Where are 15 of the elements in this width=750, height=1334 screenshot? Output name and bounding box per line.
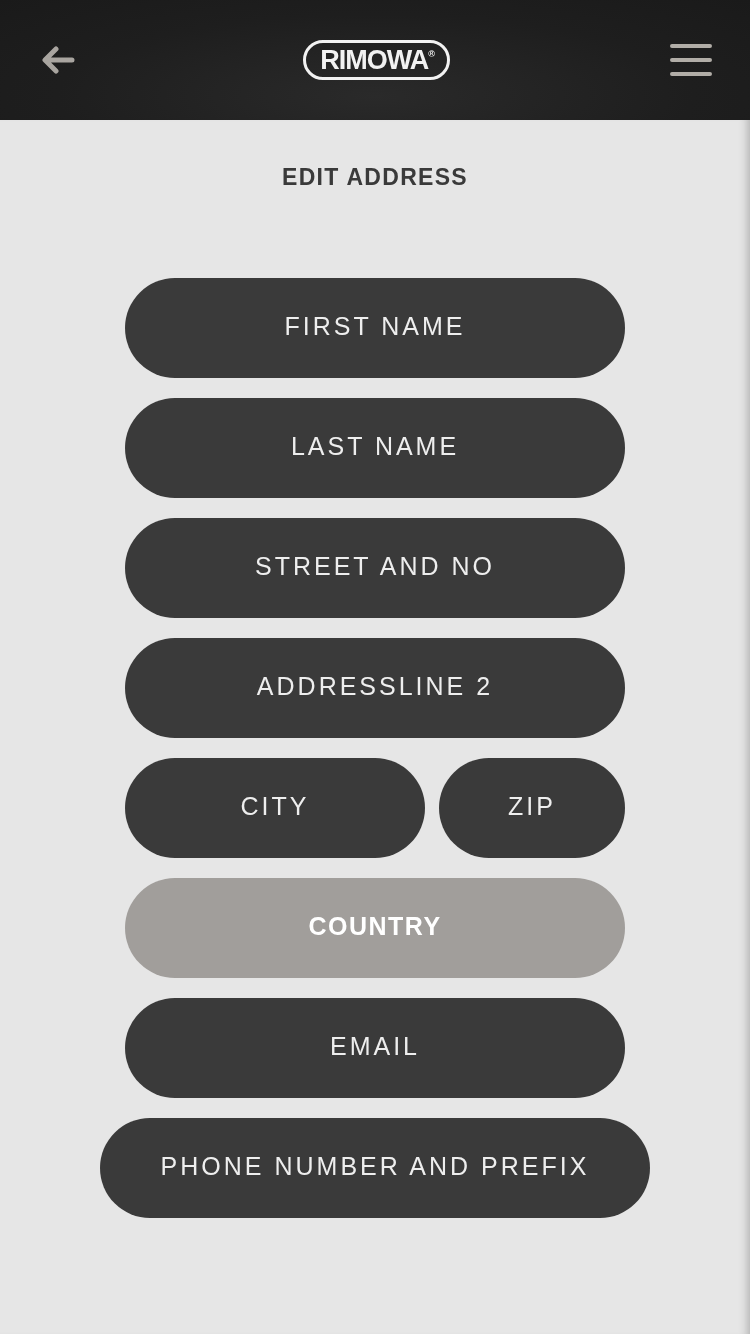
page-title: EDIT ADDRESS xyxy=(282,163,468,192)
dropdown-field[interactable]: COUNTRY xyxy=(125,878,625,978)
logo: RIMOWA$^{®}$ xyxy=(303,40,450,80)
input-field[interactable]: EMAIL xyxy=(125,998,625,1098)
input-field[interactable]: ZIP xyxy=(439,758,625,858)
phone-input-field[interactable]: PHONE NUMBER AND PREFIX xyxy=(100,1118,650,1218)
input-field[interactable]: LAST NAME xyxy=(125,398,625,498)
input-field[interactable]: ADDRESSLINE 2 xyxy=(125,638,625,738)
menu-icon xyxy=(670,43,712,77)
input-field[interactable]: FIRST NAME xyxy=(125,278,625,378)
input-field[interactable]: CITY xyxy=(125,758,425,858)
back-arrow-icon xyxy=(41,46,75,74)
menu-button[interactable] xyxy=(670,43,712,77)
back-button[interactable] xyxy=(41,46,75,74)
input-field[interactable]: STREET AND NO xyxy=(125,518,625,618)
